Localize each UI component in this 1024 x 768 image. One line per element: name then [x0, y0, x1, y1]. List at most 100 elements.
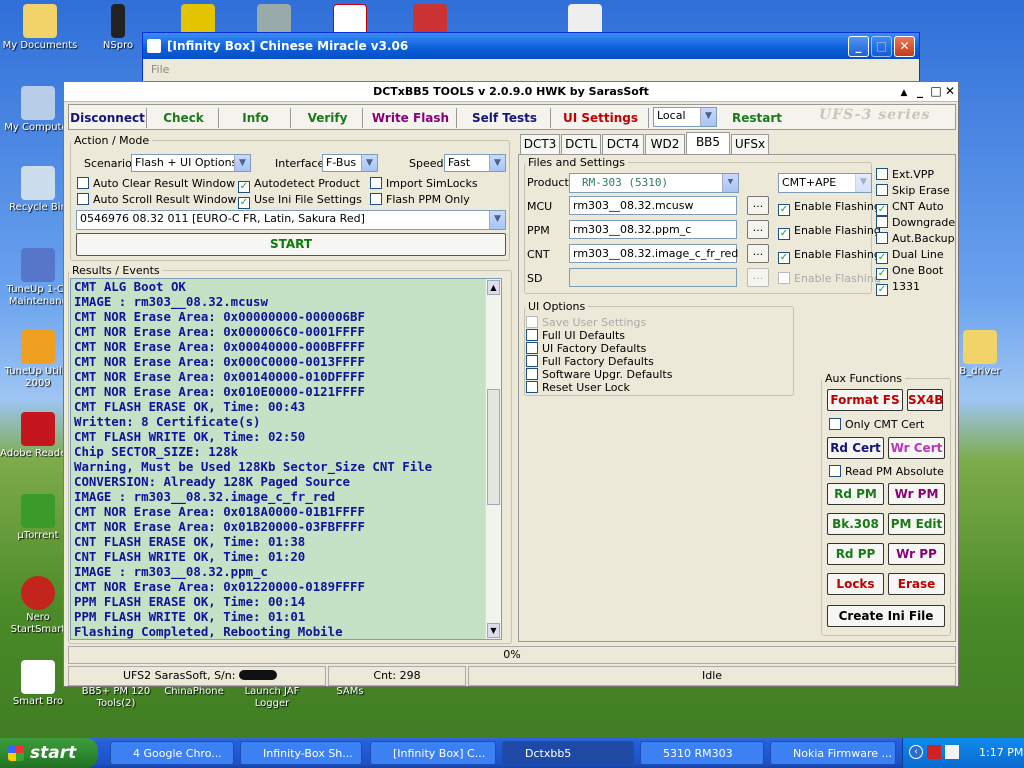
desktop-icon-bb5-pm[interactable]: BB5+ PM 120 Tools(2) — [76, 686, 156, 710]
taskbar-item-nokia-firmware[interactable]: Nokia Firmware ... — [770, 741, 896, 765]
full-factory-defaults-checkbox[interactable]: Full Factory Defaults — [526, 355, 654, 368]
minimize-icon[interactable]: _ — [848, 36, 869, 57]
create-ini-file-button[interactable]: Create Ini File — [827, 605, 945, 627]
mode-select[interactable]: Local ▼ — [653, 107, 717, 127]
software-upgr-defaults-checkbox[interactable]: Software Upgr. Defaults — [526, 368, 672, 381]
tab-bb5[interactable]: BB5 — [686, 132, 730, 155]
cnt-auto-checkbox[interactable]: ✓ CNT Auto — [876, 200, 944, 216]
read-pm-absolute-checkbox[interactable]: Read PM Absolute — [829, 465, 944, 478]
cnt-enable-flashing-checkbox[interactable]: ✓ Enable Flashing — [778, 248, 881, 264]
results-log[interactable]: CMT ALG Boot OK IMAGE : rm303__08.32.mcus… — [70, 278, 502, 640]
ext-vpp-checkbox[interactable]: Ext.VPP — [876, 168, 934, 181]
interface-select[interactable]: F-Bus ▼ — [322, 154, 378, 172]
sx4b-button[interactable]: SX4B — [907, 389, 943, 411]
close-icon[interactable]: ✕ — [942, 84, 958, 100]
flash-ppm-checkbox[interactable]: Flash PPM Only — [370, 193, 470, 206]
start-button[interactable]: START — [76, 233, 506, 256]
bk308-button[interactable]: Bk.308 — [827, 513, 884, 535]
tab-dct4[interactable]: DCT4 — [602, 134, 644, 154]
window-titlebar[interactable]: DCTxBB5 TOOLS v 2.0.9.0 HWK by SarasSoft… — [64, 82, 958, 102]
tray-chevron-icon[interactable]: ‹ — [909, 745, 923, 759]
rd-cert-button[interactable]: Rd Cert — [827, 437, 884, 459]
tab-dct3[interactable]: DCT3 — [520, 134, 560, 154]
save-user-settings-checkbox[interactable]: Save User Settings — [526, 316, 646, 329]
tray-app-icon[interactable] — [927, 745, 941, 759]
dctxbb5-window[interactable]: DCTxBB5 TOOLS v 2.0.9.0 HWK by SarasSoft… — [63, 81, 959, 687]
skip-erase-checkbox[interactable]: Skip Erase — [876, 184, 950, 197]
check-button[interactable]: Check — [149, 108, 219, 128]
disconnect-button[interactable]: Disconnect — [69, 108, 147, 128]
format-fs-button[interactable]: Format FS — [827, 389, 903, 411]
verify-button[interactable]: Verify — [293, 108, 363, 128]
bg-window-titlebar[interactable]: [Infinity Box] Chinese Miracle v3.06 _ □… — [143, 33, 919, 59]
cnt-browse-button[interactable]: ... — [747, 244, 769, 263]
desktop-icon-my-documents[interactable]: My Documents — [0, 4, 80, 52]
locks-button[interactable]: Locks — [827, 573, 884, 595]
desktop-icon-jaf-logger[interactable]: Launch JAF Logger — [232, 686, 312, 710]
downgrade-checkbox[interactable]: Downgrade — [876, 216, 955, 229]
reset-user-lock-checkbox[interactable]: Reset User Lock — [526, 381, 630, 394]
start-button[interactable]: start — [0, 738, 98, 768]
dual-line-checkbox[interactable]: ✓ Dual Line — [876, 248, 944, 264]
write-flash-button[interactable]: Write Flash — [365, 108, 457, 128]
import-simlocks-checkbox[interactable]: Import SimLocks — [370, 177, 478, 190]
option-1331-checkbox[interactable]: ✓ 1331 — [876, 280, 920, 296]
scroll-up-icon[interactable]: ▲ — [487, 280, 500, 295]
tab-ufsx[interactable]: UFSx — [731, 134, 769, 154]
product-mode-select[interactable]: CMT+APE ▼ — [778, 173, 872, 193]
ppm-browse-button[interactable]: ... — [747, 220, 769, 239]
erase-button[interactable]: Erase — [888, 573, 945, 595]
wr-pm-button[interactable]: Wr PM — [888, 483, 945, 505]
auto-scroll-checkbox[interactable]: Auto Scroll Result Window — [77, 193, 237, 206]
log-scrollbar[interactable]: ▲ ▼ — [485, 279, 501, 639]
scroll-thumb[interactable] — [487, 389, 500, 505]
wr-pp-button[interactable]: Wr PP — [888, 543, 945, 565]
product-select[interactable]: RM-303 (5310) ▼ — [569, 173, 739, 193]
scroll-down-icon[interactable]: ▼ — [487, 623, 500, 638]
ui-factory-defaults-checkbox[interactable]: UI Factory Defaults — [526, 342, 646, 355]
sd-file-field[interactable] — [569, 268, 737, 287]
scenario-select[interactable]: Flash + UI Options ▼ — [131, 154, 251, 172]
taskbar-item-chrome[interactable]: 4 Google Chro... — [110, 741, 234, 765]
background-window[interactable]: [Infinity Box] Chinese Miracle v3.06 _ □… — [142, 32, 920, 82]
restart-button[interactable]: Restart — [723, 108, 791, 128]
sd-enable-flashing-checkbox[interactable]: Enable Flashing — [778, 272, 881, 285]
mcu-browse-button[interactable]: ... — [747, 196, 769, 215]
mcu-enable-flashing-checkbox[interactable]: ✓ Enable Flashing — [778, 200, 881, 216]
taskbar-item-dctxbb5[interactable]: Dctxbb5 — [502, 741, 634, 765]
ppm-file-field[interactable]: rm303__08.32.ppm_c — [569, 220, 737, 239]
taskbar-item-5310-rm303[interactable]: 5310 RM303 — [640, 741, 764, 765]
menu-file[interactable]: File — [151, 63, 169, 76]
info-button[interactable]: Info — [221, 108, 291, 128]
rd-pp-button[interactable]: Rd PP — [827, 543, 884, 565]
ppm-enable-flashing-checkbox[interactable]: ✓ Enable Flashing — [778, 224, 881, 240]
tab-wd2[interactable]: WD2 — [645, 134, 685, 154]
minimize-icon[interactable]: _ — [912, 84, 928, 100]
rd-pm-button[interactable]: Rd PM — [827, 483, 884, 505]
maximize-icon[interactable]: □ — [871, 36, 892, 57]
wr-cert-button[interactable]: Wr Cert — [888, 437, 945, 459]
collapse-icon[interactable]: ▲ — [896, 86, 912, 102]
close-icon[interactable]: ✕ — [894, 36, 915, 57]
aut-backup-checkbox[interactable]: Aut.Backup — [876, 232, 955, 245]
auto-clear-checkbox[interactable]: Auto Clear Result Window — [77, 177, 235, 190]
firmware-select[interactable]: 0546976 08.32 011 [EURO-C FR, Latin, Sak… — [76, 210, 506, 230]
ui-settings-button[interactable]: UI Settings — [553, 108, 649, 128]
taskbar-item-infinity-box-cm[interactable]: [Infinity Box] C... — [370, 741, 496, 765]
speed-select[interactable]: Fast ▼ — [444, 154, 506, 172]
tab-dctl[interactable]: DCTL — [561, 134, 601, 154]
clock[interactable]: 1:17 PM — [979, 738, 1023, 768]
desktop-icon-sams[interactable]: SAMs — [310, 686, 390, 698]
mcu-file-field[interactable]: rm303__08.32.mcusw — [569, 196, 737, 215]
sd-browse-button[interactable]: ... — [747, 268, 769, 287]
use-ini-checkbox[interactable]: ✓ Use Ini File Settings — [238, 193, 362, 209]
pm-edit-button[interactable]: PM Edit — [888, 513, 945, 535]
desktop-icon-chinaphone[interactable]: ChinaPhone — [154, 686, 234, 698]
full-ui-defaults-checkbox[interactable]: Full UI Defaults — [526, 329, 625, 342]
only-cmt-cert-checkbox[interactable]: Only CMT Cert — [829, 418, 924, 431]
self-tests-button[interactable]: Self Tests — [459, 108, 551, 128]
cnt-file-field[interactable]: rm303__08.32.image_c_fr_red — [569, 244, 738, 263]
one-boot-checkbox[interactable]: ✓ One Boot — [876, 264, 943, 280]
autodetect-checkbox[interactable]: ✓ Autodetect Product — [238, 177, 360, 193]
tray-network-icon[interactable] — [945, 745, 959, 759]
